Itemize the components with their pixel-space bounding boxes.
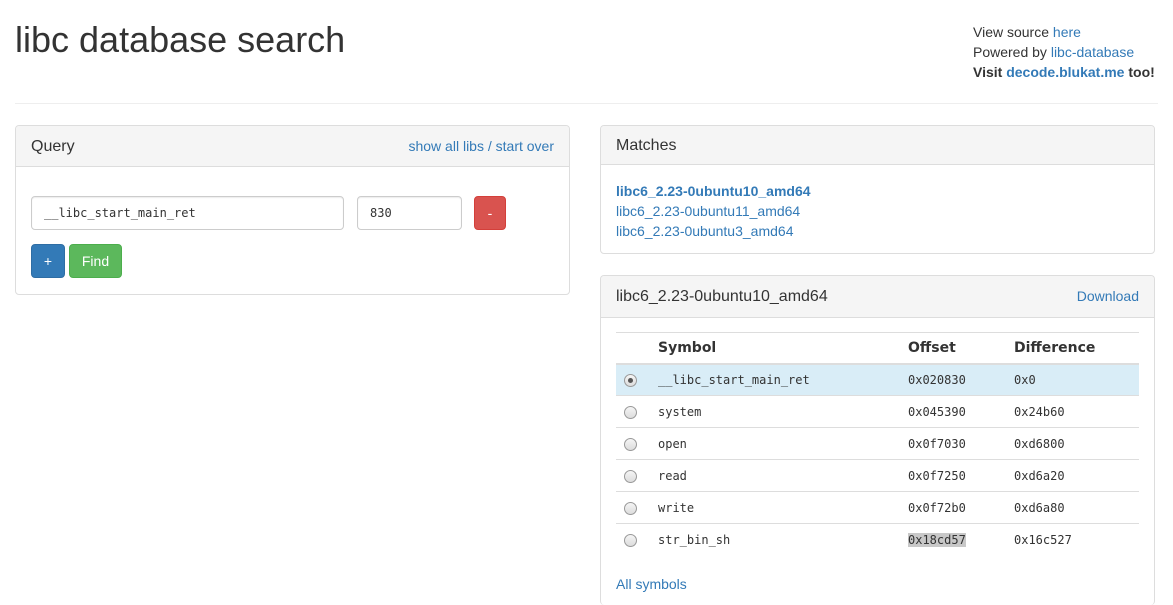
difference-cell: 0xd6800 — [1006, 427, 1139, 460]
row-radio-cell — [616, 491, 650, 524]
download-link[interactable]: Download — [1077, 276, 1139, 317]
difference-cell: 0xd6a80 — [1006, 491, 1139, 524]
libc-database-link[interactable]: libc-database — [1051, 44, 1134, 60]
table-row[interactable]: system 0x045390 0x24b60 — [616, 395, 1139, 428]
table-row[interactable]: read 0x0f7250 0xd6a20 — [616, 459, 1139, 492]
query-actions-separator: / — [483, 138, 496, 154]
row-radio-cell — [616, 523, 650, 556]
match-list: libc6_2.23-0ubuntu10_amd64 libc6_2.23-0u… — [601, 165, 1154, 241]
query-title: Query — [31, 138, 75, 155]
column-header-difference: Difference — [1006, 332, 1139, 365]
symbol-cell: read — [650, 459, 900, 492]
table-row[interactable]: open 0x0f7030 0xd6800 — [616, 427, 1139, 460]
header-divider — [15, 103, 1158, 104]
view-source-link[interactable]: here — [1053, 24, 1081, 40]
view-source-text: View source — [973, 24, 1053, 40]
lib-detail-panel: libc6_2.23-0ubuntu10_amd64 Download Symb… — [600, 275, 1155, 605]
visit-text: Visit — [973, 64, 1007, 80]
row-radio-cell — [616, 395, 650, 428]
table-header-row: Symbol Offset Difference — [616, 332, 1139, 365]
symbol-cell: system — [650, 395, 900, 428]
row-radio-cell — [616, 459, 650, 492]
row-radio-cell — [616, 363, 650, 396]
difference-cell: 0x0 — [1006, 363, 1139, 396]
query-panel: Query show all libs / start over __libc_… — [15, 125, 570, 295]
lib-title: libc6_2.23-0ubuntu10_amd64 — [616, 288, 828, 305]
add-row-button[interactable]: + — [31, 244, 65, 278]
page-title: libc database search — [15, 19, 346, 60]
column-header-symbol: Symbol — [650, 332, 900, 365]
selected-offset-text: 0x18cd57 — [908, 532, 966, 547]
offset-cell: 0x020830 — [900, 363, 1006, 396]
match-item[interactable]: libc6_2.23-0ubuntu10_amd64 — [616, 181, 1139, 201]
symbol-name-input[interactable]: __libc_start_main_ret — [31, 196, 344, 230]
symbol-cell: open — [650, 427, 900, 460]
powered-by-row: Powered by libc-database — [973, 42, 1155, 62]
symbol-offset-input[interactable]: 830 — [357, 196, 462, 230]
radio-button[interactable] — [624, 373, 637, 387]
table-row[interactable]: __libc_start_main_ret 0x020830 0x0 — [616, 363, 1139, 396]
radio-button[interactable] — [624, 501, 637, 515]
offset-cell: 0x18cd57 — [900, 523, 1006, 556]
symbol-cell: write — [650, 491, 900, 524]
start-over-link[interactable]: start over — [496, 138, 554, 154]
offset-cell: 0x0f72b0 — [900, 491, 1006, 524]
radio-button[interactable] — [624, 437, 637, 451]
radio-column-header — [616, 332, 650, 365]
column-header-offset: Offset — [900, 332, 1006, 365]
offset-cell: 0x0f7030 — [900, 427, 1006, 460]
find-button[interactable]: Find — [69, 244, 122, 278]
offset-cell: 0x0f7250 — [900, 459, 1006, 492]
symbol-cell: __libc_start_main_ret — [650, 363, 900, 396]
view-source-row: View source here — [973, 22, 1155, 42]
difference-cell: 0x24b60 — [1006, 395, 1139, 428]
show-all-libs-link[interactable]: show all libs — [408, 138, 483, 154]
query-panel-heading: Query show all libs / start over — [16, 126, 569, 167]
symbol-cell: str_bin_sh — [650, 523, 900, 556]
row-radio-cell — [616, 427, 650, 460]
table-row[interactable]: write 0x0f72b0 0xd6a80 — [616, 491, 1139, 524]
matches-panel-heading: Matches — [601, 126, 1154, 165]
visit-suffix: too! — [1124, 64, 1155, 80]
offset-cell: 0x045390 — [900, 395, 1006, 428]
decode-blukat-link[interactable]: decode.blukat.me — [1006, 64, 1124, 80]
matches-title: Matches — [616, 137, 677, 154]
match-item[interactable]: libc6_2.23-0ubuntu3_amd64 — [616, 221, 1139, 241]
radio-button[interactable] — [624, 405, 637, 419]
difference-cell: 0xd6a20 — [1006, 459, 1139, 492]
query-actions: show all libs / start over — [408, 126, 554, 166]
remove-row-button[interactable]: - — [474, 196, 506, 230]
header-links: View source here Powered by libc-databas… — [973, 22, 1155, 82]
all-symbols-link[interactable]: All symbols — [616, 576, 687, 592]
radio-button[interactable] — [624, 469, 637, 483]
lib-panel-heading: libc6_2.23-0ubuntu10_amd64 Download — [601, 276, 1154, 318]
match-item[interactable]: libc6_2.23-0ubuntu11_amd64 — [616, 201, 1139, 221]
matches-panel: Matches libc6_2.23-0ubuntu10_amd64 libc6… — [600, 125, 1155, 254]
symbol-table: Symbol Offset Difference __libc_start_ma… — [616, 332, 1139, 556]
difference-cell: 0x16c527 — [1006, 523, 1139, 556]
radio-button[interactable] — [624, 533, 637, 547]
table-row[interactable]: str_bin_sh 0x18cd57 0x16c527 — [616, 523, 1139, 556]
visit-row: Visit decode.blukat.me too! — [973, 62, 1155, 82]
powered-by-text: Powered by — [973, 44, 1051, 60]
